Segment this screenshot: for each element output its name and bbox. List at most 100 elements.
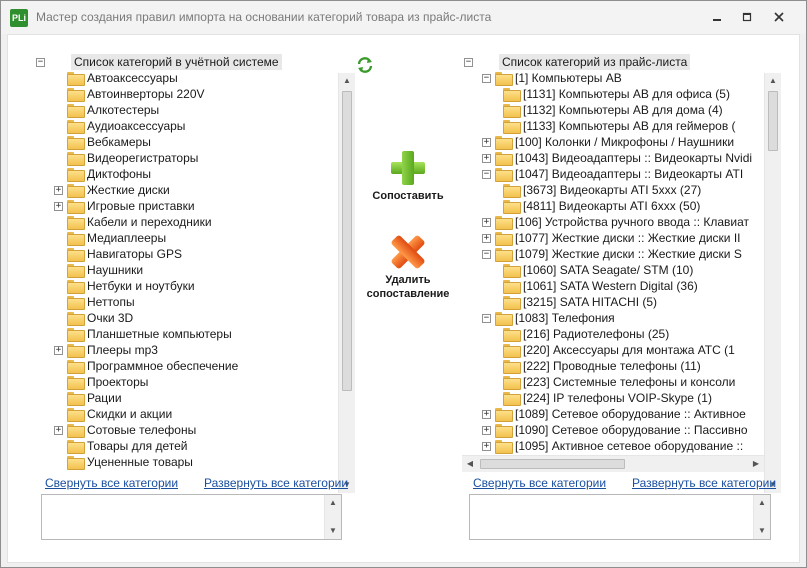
scroll-down-icon[interactable]: ▼ bbox=[754, 523, 770, 539]
left-tree-item[interactable]: Вебкамеры bbox=[54, 134, 151, 150]
left-tree-item[interactable]: Медиаплееры bbox=[54, 230, 166, 246]
left-tree-item[interactable]: + Жесткие диски bbox=[54, 182, 170, 198]
maximize-button[interactable] bbox=[733, 7, 761, 27]
collapse-icon[interactable]: − bbox=[482, 249, 491, 259]
right-tree-item[interactable]: [1061] SATA Western Digital (36) bbox=[499, 278, 698, 294]
scroll-left-icon[interactable]: ◀ bbox=[462, 456, 478, 472]
right-tree-item[interactable]: + [106] Устройства ручного ввода :: Клави… bbox=[482, 214, 749, 230]
minimize-button[interactable] bbox=[703, 7, 731, 27]
left-tree-item[interactable]: + Плееры mp3 bbox=[54, 342, 158, 358]
left-tree-item[interactable]: Программное обеспечение bbox=[54, 358, 238, 374]
collapse-icon[interactable]: − bbox=[482, 313, 491, 323]
left-tree-item[interactable]: Уцененные товары bbox=[54, 454, 193, 470]
right-tree-item[interactable]: [1131] Компьютеры AB для офиса (5) bbox=[499, 86, 730, 102]
collapse-icon[interactable]: − bbox=[36, 57, 45, 67]
memo-scrollbar[interactable]: ▲ ▼ bbox=[753, 495, 770, 539]
left-tree-item[interactable]: Очки 3D bbox=[54, 310, 133, 326]
expand-icon[interactable]: + bbox=[482, 153, 491, 163]
collapse-icon[interactable]: − bbox=[482, 169, 491, 179]
left-tree-item[interactable]: Неттопы bbox=[54, 294, 135, 310]
right-tree-item[interactable]: [1132] Компьютеры AB для дома (4) bbox=[499, 102, 723, 118]
left-category-tree[interactable]: − Список категорий в учётной системе Авт… bbox=[34, 51, 356, 487]
left-tree-item[interactable]: + Сотовые телефоны bbox=[54, 422, 196, 438]
right-tree-item[interactable]: [3215] SATA HITACHI (5) bbox=[499, 294, 657, 310]
right-tree-item[interactable]: [222] Проводные телефоны (11) bbox=[499, 358, 701, 374]
right-tree-item[interactable]: + [100] Колонки / Микрофоны / Наушники bbox=[482, 134, 734, 150]
delete-mapping-button[interactable]: Удалить сопоставление bbox=[353, 234, 463, 301]
left-tree-item[interactable]: + Игровые приставки bbox=[54, 198, 195, 214]
right-tree-item[interactable]: − [1] Компьютеры AB bbox=[482, 70, 622, 86]
expand-icon[interactable]: + bbox=[482, 409, 491, 419]
right-tree-item[interactable]: + [1090] Сетевое оборудование :: Пассивно bbox=[482, 422, 748, 438]
right-tree-item[interactable]: + [1043] Видеоадаптеры :: Видеокарты Nvid… bbox=[482, 150, 752, 166]
expand-icon[interactable]: + bbox=[482, 233, 491, 243]
left-tree-root[interactable]: − Список категорий в учётной системе bbox=[36, 54, 282, 70]
left-tree-item[interactable]: Рации bbox=[54, 390, 122, 406]
right-tree-item[interactable]: [223] Системные телефоны и консоли bbox=[499, 374, 735, 390]
expand-icon[interactable]: + bbox=[482, 441, 491, 451]
left-expand-all-link[interactable]: Развернуть все категории bbox=[204, 476, 348, 490]
scroll-thumb[interactable] bbox=[768, 91, 778, 151]
left-tree-item[interactable]: Наушники bbox=[54, 262, 143, 278]
refresh-icon[interactable] bbox=[356, 56, 374, 74]
right-expand-all-link[interactable]: Развернуть все категории bbox=[632, 476, 776, 490]
right-tree-hscrollbar[interactable]: ◀ ▶ bbox=[462, 455, 764, 472]
right-tree-item[interactable]: + [1077] Жесткие диски :: Жесткие диски I… bbox=[482, 230, 740, 246]
left-tree-item[interactable]: Диктофоны bbox=[54, 166, 151, 182]
right-tree-item[interactable]: [1133] Компьютеры AB для геймеров ( bbox=[499, 118, 736, 134]
expand-icon[interactable]: + bbox=[54, 345, 63, 355]
left-tree-item[interactable]: Нетбуки и ноутбуки bbox=[54, 278, 195, 294]
close-button[interactable] bbox=[765, 7, 793, 27]
scroll-right-icon[interactable]: ▶ bbox=[748, 456, 764, 472]
right-tree-root[interactable]: − Список категорий из прайс-листа bbox=[464, 54, 691, 70]
left-tree-item[interactable]: Видеорегистраторы bbox=[54, 150, 198, 166]
right-tree-item[interactable]: − [1079] Жесткие диски :: Жесткие диски S bbox=[482, 246, 742, 262]
right-tree-item[interactable]: [3673] Видеокарты ATI 5xxx (27) bbox=[499, 182, 701, 198]
scroll-up-icon[interactable]: ▲ bbox=[339, 73, 355, 89]
scroll-up-icon[interactable]: ▲ bbox=[754, 495, 770, 511]
expand-icon[interactable]: + bbox=[54, 185, 63, 195]
left-tree-item[interactable]: Алкотестеры bbox=[54, 102, 159, 118]
scroll-down-icon[interactable]: ▼ bbox=[325, 523, 341, 539]
title-bar[interactable]: PLi Мастер создания правил импорта на ос… bbox=[1, 1, 806, 34]
left-tree-item[interactable]: Планшетные компьютеры bbox=[54, 326, 232, 342]
left-tree-item[interactable]: Проекторы bbox=[54, 374, 148, 390]
right-tree-item[interactable]: [216] Радиотелефоны (25) bbox=[499, 326, 669, 342]
right-tree-item[interactable]: + [1095] Активное сетевое оборудование :: bbox=[482, 438, 743, 454]
left-tree-item[interactable]: Навигаторы GPS bbox=[54, 246, 182, 262]
expand-icon[interactable]: + bbox=[482, 425, 491, 435]
right-tree-item[interactable]: − [1047] Видеоадаптеры :: Видеокарты ATI bbox=[482, 166, 743, 182]
collapse-icon[interactable]: − bbox=[464, 57, 473, 67]
scroll-up-icon[interactable]: ▲ bbox=[765, 73, 781, 89]
collapse-icon[interactable]: − bbox=[482, 73, 491, 83]
left-tree-item[interactable]: Автоинверторы 220V bbox=[54, 86, 205, 102]
folder-icon bbox=[495, 408, 513, 422]
right-tree-item[interactable]: − [1083] Телефония bbox=[482, 310, 615, 326]
right-tree-item[interactable]: [224] IP телефоны VOIP-Skype (1) bbox=[499, 390, 712, 406]
expand-icon[interactable]: + bbox=[482, 137, 491, 147]
right-tree-item[interactable]: [220] Аксессуары для монтажа АТС (1 bbox=[499, 342, 735, 358]
right-category-tree[interactable]: − Список категорий из прайс-листа − [1] К… bbox=[462, 51, 782, 487]
left-tree-item[interactable]: Автоаксессуары bbox=[54, 70, 178, 86]
right-tree-item[interactable]: [1060] SATA Seagate/ STM (10) bbox=[499, 262, 693, 278]
scroll-up-icon[interactable]: ▲ bbox=[325, 495, 341, 511]
left-tree-item[interactable]: Аудиоаксессуары bbox=[54, 118, 185, 134]
left-tree-item[interactable]: Скидки и акции bbox=[54, 406, 172, 422]
left-tree-item[interactable]: Товары для детей bbox=[54, 438, 187, 454]
left-collapse-all-link[interactable]: Свернуть все категории bbox=[45, 476, 178, 490]
right-collapse-all-link[interactable]: Свернуть все категории bbox=[473, 476, 606, 490]
left-tree-item[interactable]: Кабели и переходники bbox=[54, 214, 212, 230]
expand-icon[interactable]: + bbox=[54, 425, 63, 435]
right-info-memo[interactable]: ▲ ▼ bbox=[469, 494, 771, 540]
left-tree-item-label: Плееры mp3 bbox=[87, 343, 158, 357]
expand-icon[interactable]: + bbox=[54, 201, 63, 211]
scroll-thumb[interactable] bbox=[480, 459, 625, 469]
right-tree-vscrollbar[interactable]: ▲ ▼ bbox=[764, 73, 781, 493]
left-info-memo[interactable]: ▲ ▼ bbox=[41, 494, 342, 540]
match-button[interactable]: Сопоставить bbox=[363, 151, 453, 203]
right-tree-item[interactable]: + [1089] Сетевое оборудование :: Активное bbox=[482, 406, 746, 422]
scroll-thumb[interactable] bbox=[342, 91, 352, 391]
memo-scrollbar[interactable]: ▲ ▼ bbox=[324, 495, 341, 539]
expand-icon[interactable]: + bbox=[482, 217, 491, 227]
right-tree-item[interactable]: [4811] Видеокарты ATI 6xxx (50) bbox=[499, 198, 700, 214]
